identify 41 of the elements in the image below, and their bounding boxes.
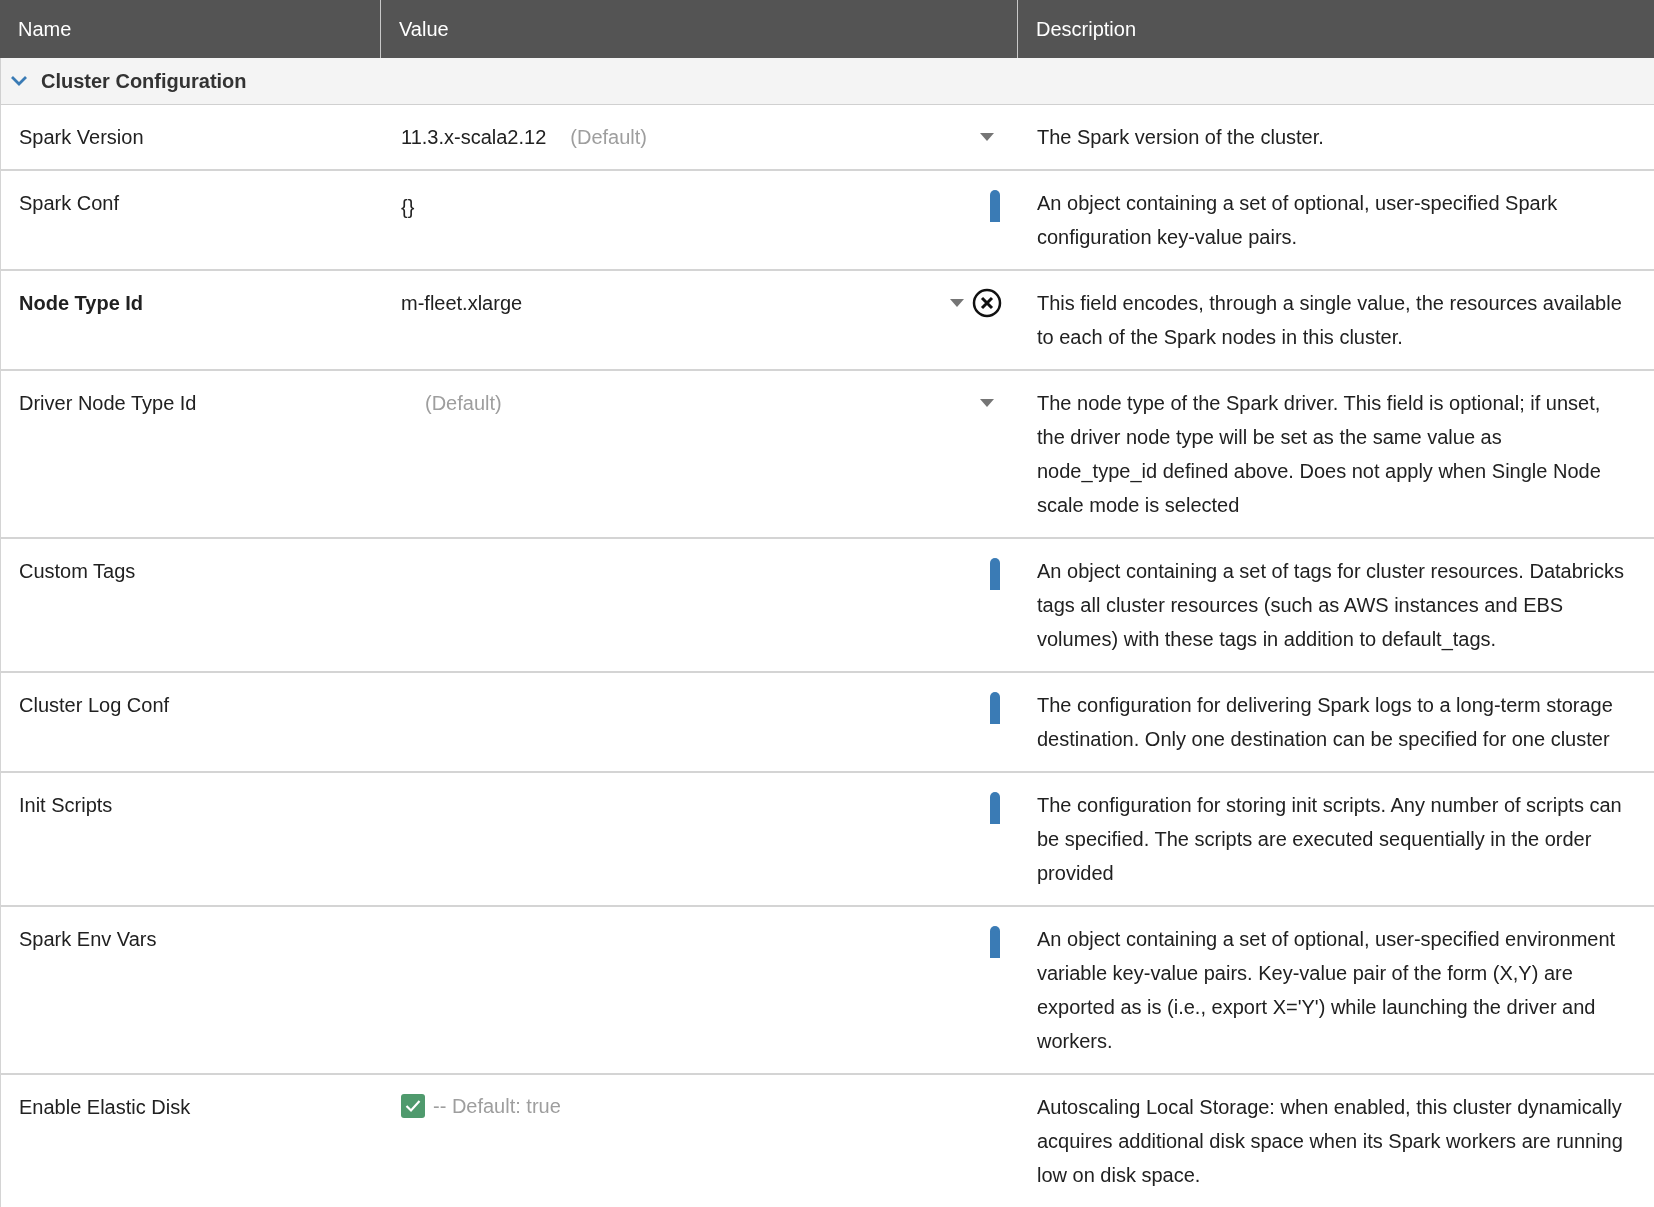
field-name: Driver Node Type Id <box>19 392 197 414</box>
field-name: Node Type Id <box>19 292 144 314</box>
select-field[interactable]: m-fleet.xlarge <box>401 286 972 320</box>
clear-icon[interactable] <box>972 288 1002 318</box>
default-hint: -- Default: true <box>433 1094 561 1119</box>
select-value: 11.3.x-scala2.12 <box>401 125 547 150</box>
chevron-icon[interactable] <box>11 76 27 86</box>
field-name: Init Scripts <box>19 794 113 816</box>
field-description: The configuration for storing init scripts. Any number of scripts can be specified. The scripts are executed sequentially in the order provided <box>1037 793 1623 886</box>
default-hint: (Default) <box>425 391 502 416</box>
dropdown-caret-icon[interactable] <box>980 399 994 407</box>
field-description: The configuration for delivering Spark logs to a long-term storage destination. Only one destination can be specified for one cluster <box>1037 693 1614 752</box>
field-name: Spark Version <box>19 126 144 148</box>
field-description: This field encodes, through a single value, the resources available to each of the Spark nodes in this cluster. <box>1037 291 1623 350</box>
edit-handle[interactable] <box>990 926 1000 958</box>
field-name: Spark Conf <box>19 192 120 214</box>
edit-handle[interactable] <box>990 692 1000 724</box>
field-name: Cluster Log Conf <box>19 694 170 716</box>
edit-handle[interactable] <box>990 792 1000 824</box>
field-description: Autoscaling Local Storage: when enabled, this cluster dynamically acquires additional disk space when its Spark workers are running low on disk space. <box>1037 1095 1624 1188</box>
object-value: {} <box>401 195 415 220</box>
field-name: Spark Env Vars <box>19 928 157 950</box>
select-value: m-fleet.xlarge <box>401 291 523 316</box>
field-description: The Spark version of the cluster. <box>1037 125 1325 150</box>
group-row[interactable]: Cluster Configuration <box>0 58 1654 105</box>
edit-handle[interactable] <box>990 190 1000 222</box>
group-title: Cluster Configuration <box>41 69 247 94</box>
field-description: An object containing a set of tags for cluster resources. Databricks tags all cluster resources (such as AWS instances and EBS volumes) with these tags in addition to default_tags. <box>1037 559 1624 653</box>
select-field[interactable]: 11.3.x-scala2.12 (Default) <box>401 120 1002 154</box>
field-name: Custom Tags <box>19 560 136 582</box>
field-description: An object containing a set of optional, user-specified environment variable key-value pairs. Key-value pair of the form (X,Y) are exported as is (i.e., export X='Y') while launching the driver and workers. <box>1037 927 1617 1054</box>
checkbox[interactable] <box>401 1094 425 1118</box>
column-header[interactable]: Name <box>0 0 380 58</box>
field-description: An object containing a set of optional, user-specified Spark configuration key-value pairs. <box>1037 191 1559 250</box>
edit-handle[interactable] <box>990 558 1000 590</box>
default-hint: (Default) <box>570 125 647 150</box>
field-name: Enable Elastic Disk <box>19 1096 191 1118</box>
dropdown-caret-icon[interactable] <box>980 133 994 141</box>
checkmark-icon <box>405 1099 421 1113</box>
dropdown-caret-icon[interactable] <box>950 299 964 307</box>
field-description: The node type of the Spark driver. This field is optional; if unset, the driver node type will be set as the same value as node_type_id defined above. Does not apply when Single Node scale mode is selected <box>1037 391 1602 518</box>
